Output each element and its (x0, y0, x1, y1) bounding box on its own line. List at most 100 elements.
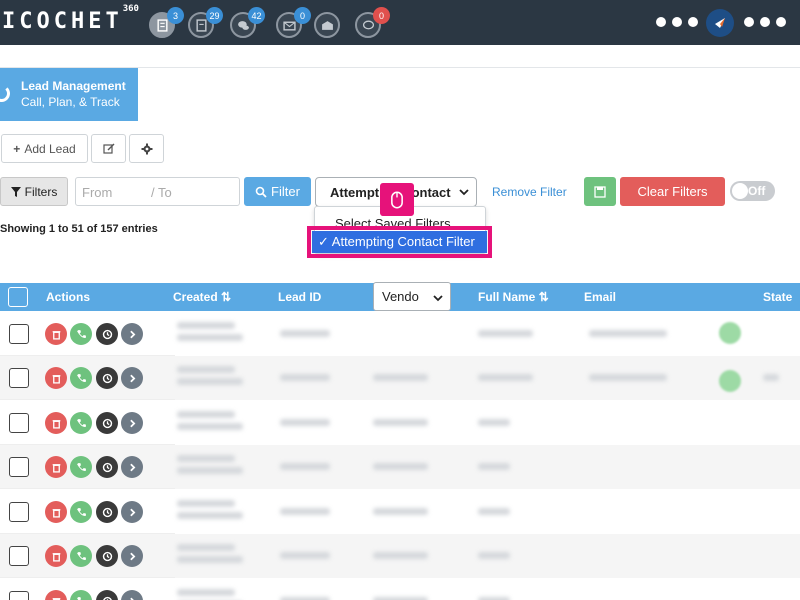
table-row[interactable] (0, 312, 800, 356)
to-placeholder: / To (151, 185, 172, 200)
row-checkbox[interactable] (9, 502, 29, 522)
delete-icon[interactable] (45, 501, 67, 523)
settings-button[interactable] (129, 134, 164, 163)
edit-button[interactable] (91, 134, 126, 163)
toggle-label: Off (748, 184, 766, 198)
blurred-text (373, 552, 428, 559)
delete-icon[interactable] (45, 323, 67, 345)
blurred-text (177, 366, 235, 373)
table-row[interactable] (0, 356, 800, 400)
date-range-input[interactable]: From / To (75, 177, 240, 206)
user-avatar[interactable] (706, 9, 734, 37)
filters-button[interactable]: Filters (0, 177, 68, 206)
row-divider (0, 488, 175, 489)
chat-nav-icon[interactable]: 42 (230, 7, 265, 38)
clear-filters-button[interactable]: Clear Filters (620, 177, 725, 206)
select-all-checkbox[interactable] (8, 287, 28, 307)
leads-badge: 3 (167, 7, 184, 24)
col-full-name[interactable]: Full Name ⇅ (478, 290, 549, 304)
history-icon[interactable] (96, 367, 118, 389)
phone-icon[interactable] (70, 590, 92, 600)
table-row[interactable] (0, 401, 800, 445)
col-actions: Actions (46, 290, 91, 304)
phone-icon[interactable] (70, 412, 92, 434)
blurred-text (478, 419, 510, 426)
col-email[interactable]: Email (584, 290, 616, 304)
blurred-text (177, 589, 235, 596)
table-row[interactable] (0, 579, 800, 600)
toggle-switch[interactable]: Off (730, 181, 775, 201)
mail-badge: 0 (294, 7, 311, 24)
chevron-right-icon[interactable] (121, 323, 143, 345)
remove-filter-link[interactable]: Remove Filter (492, 185, 567, 199)
chevron-right-icon[interactable] (121, 367, 143, 389)
gear-icon (141, 143, 152, 154)
chevron-right-icon[interactable] (121, 545, 143, 567)
col-lead-id[interactable]: Lead ID (278, 290, 321, 304)
blurred-text (280, 419, 330, 426)
save-filter-button[interactable] (584, 177, 616, 206)
refresh-icon (0, 85, 10, 102)
inbox-nav-icon[interactable] (314, 12, 340, 38)
blurred-text (280, 508, 330, 515)
history-icon[interactable] (96, 323, 118, 345)
history-icon[interactable] (96, 501, 118, 523)
blurred-text (177, 334, 243, 341)
table-row[interactable] (0, 490, 800, 534)
delete-icon[interactable] (45, 590, 67, 600)
filter-button[interactable]: Filter (244, 177, 311, 206)
module-title: Lead Management (21, 79, 126, 93)
blurred-text (478, 374, 533, 381)
dropdown-option-attempting-contact[interactable]: ✓ Attempting Contact Filter (312, 231, 487, 253)
history-icon[interactable] (96, 456, 118, 478)
blurred-text (280, 552, 330, 559)
table-row[interactable] (0, 445, 800, 489)
phone-icon[interactable] (70, 323, 92, 345)
blurred-text (478, 552, 510, 559)
mail-nav-icon[interactable]: 0 (276, 7, 311, 38)
blurred-text (177, 467, 243, 474)
history-icon[interactable] (96, 590, 118, 600)
row-checkbox[interactable] (9, 324, 29, 344)
chevron-right-icon[interactable] (121, 456, 143, 478)
row-divider (0, 577, 175, 578)
documents-nav-icon[interactable]: 29 (188, 7, 223, 38)
row-checkbox[interactable] (9, 591, 29, 600)
row-checkbox[interactable] (9, 457, 29, 477)
chevron-right-icon[interactable] (121, 412, 143, 434)
chevron-right-icon[interactable] (121, 590, 143, 600)
row-checkbox[interactable] (9, 413, 29, 433)
module-header: Lead Management Call, Plan, & Track (0, 68, 138, 121)
phone-icon[interactable] (70, 456, 92, 478)
chevron-right-icon[interactable] (121, 501, 143, 523)
more-dots-left-icon[interactable] (656, 17, 698, 27)
history-icon[interactable] (96, 412, 118, 434)
blurred-text (177, 544, 235, 551)
add-lead-button[interactable]: + Add Lead (1, 134, 88, 163)
blurred-text (177, 378, 243, 385)
blurred-text (177, 411, 235, 418)
comments-nav-icon[interactable]: 0 (355, 7, 390, 38)
status-dot-icon (719, 322, 741, 344)
col-state[interactable]: State (763, 290, 792, 304)
vendor-column-select[interactable]: Vendo (373, 282, 451, 311)
phone-icon[interactable] (70, 501, 92, 523)
blurred-text (478, 508, 510, 515)
top-nav-bar: ICOCHET360 3 29 42 0 0 (0, 0, 800, 45)
row-checkbox[interactable] (9, 368, 29, 388)
history-icon[interactable] (96, 545, 118, 567)
phone-icon[interactable] (70, 545, 92, 567)
leads-nav-icon[interactable]: 3 (149, 7, 184, 38)
delete-icon[interactable] (45, 456, 67, 478)
module-subtitle: Call, Plan, & Track (21, 95, 120, 109)
delete-icon[interactable] (45, 545, 67, 567)
delete-icon[interactable] (45, 412, 67, 434)
row-checkbox[interactable] (9, 546, 29, 566)
more-dots-right-icon[interactable] (744, 17, 786, 27)
table-row[interactable] (0, 534, 800, 578)
brand-logo[interactable]: ICOCHET360 (2, 4, 139, 34)
phone-icon[interactable] (70, 367, 92, 389)
col-created[interactable]: Created ⇅ (173, 290, 231, 304)
blurred-text (177, 455, 235, 462)
delete-icon[interactable] (45, 367, 67, 389)
